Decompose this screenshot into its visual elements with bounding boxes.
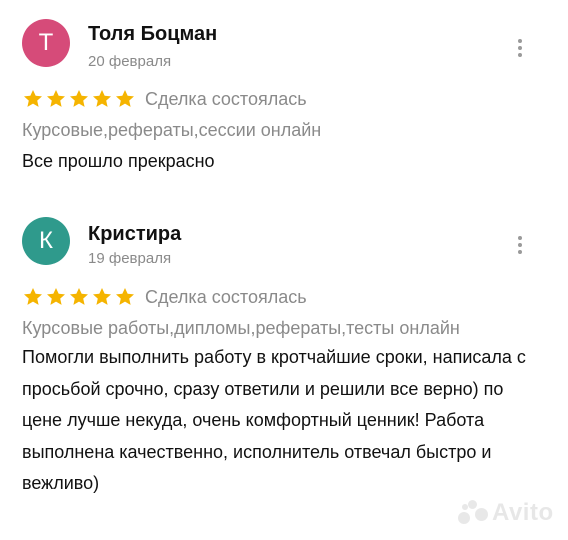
more-vertical-icon[interactable]: [508, 231, 532, 259]
star-icon: [70, 288, 88, 305]
star-icon: [24, 288, 42, 305]
review-text: Все прошло прекрасно: [22, 151, 215, 171]
avito-watermark: Avito: [458, 499, 554, 527]
service-category[interactable]: Курсовые работы,дипломы,рефераты,тесты о…: [22, 318, 460, 339]
review-date: 20 февраля: [88, 53, 172, 70]
review-date: 19 февраля: [88, 250, 172, 267]
review-text: Помогли выполнить работу в кротчайшие ср…: [22, 347, 526, 493]
avito-logo-icon: [458, 500, 488, 526]
reviewer-name[interactable]: Толя Боцман: [88, 23, 217, 46]
avatar[interactable]: Т: [22, 19, 70, 67]
rating-stars: [22, 286, 136, 308]
deal-status: Сделка состоялась: [145, 89, 307, 109]
more-vertical-icon[interactable]: [508, 34, 532, 62]
rating-stars: [22, 88, 136, 110]
star-icon: [93, 90, 111, 107]
avatar[interactable]: К: [22, 217, 70, 265]
star-icon: [116, 90, 134, 107]
deal-status: Сделка состоялась: [145, 287, 307, 307]
star-icon: [47, 90, 65, 107]
star-icon: [47, 288, 65, 305]
service-category[interactable]: Курсовые,рефераты,сессии онлайн: [22, 120, 321, 141]
star-icon: [70, 90, 88, 107]
star-icon: [24, 90, 42, 107]
star-icon: [116, 288, 134, 305]
watermark-text: Avito: [492, 499, 554, 526]
star-icon: [93, 288, 111, 305]
reviewer-name[interactable]: Кристира: [88, 223, 181, 246]
